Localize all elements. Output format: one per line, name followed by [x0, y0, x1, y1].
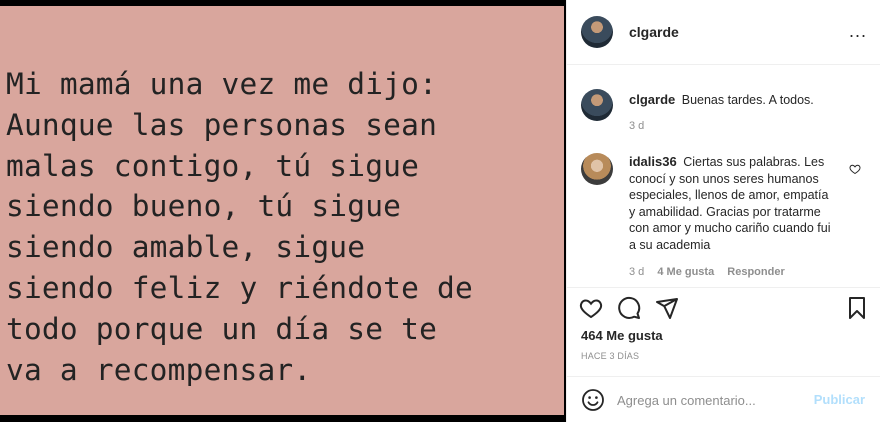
comment-meta: 3 d 4 Me gusta Responder [629, 266, 795, 278]
quote-text: Mi mamá una vez me dijo: Aunque las pers… [6, 64, 566, 390]
comment-username[interactable]: clgarde [629, 92, 675, 107]
quote-card: Mi mamá una vez me dijo: Aunque las pers… [0, 6, 564, 415]
publish-button[interactable]: Publicar [814, 392, 865, 407]
author-username[interactable]: clgarde [629, 24, 679, 40]
comment-likes[interactable]: 4 Me gusta [657, 266, 714, 278]
comments-list: clgarde Buenas tardes. A todos. 3 d idal… [567, 65, 880, 287]
post-image[interactable]: Mi mamá una vez me dijo: Aunque las pers… [0, 0, 566, 422]
comment-text: Ciertas sus palabras. Les conocí y son u… [629, 155, 831, 252]
comment-time[interactable]: 3 d [629, 266, 644, 278]
quote-line: siendo feliz y riéndote de [6, 270, 473, 305]
avatar[interactable] [581, 153, 613, 185]
post-time[interactable]: HACE 3 DÍAS [581, 351, 639, 361]
like-comment-icon[interactable] [849, 163, 861, 175]
comment-body: clgarde Buenas tardes. A todos. [629, 92, 837, 109]
avatar[interactable] [581, 89, 613, 121]
post-actions: 464 Me gusta HACE 3 DÍAS [567, 287, 880, 378]
share-icon[interactable] [655, 296, 679, 320]
comment-time[interactable]: 3 d [629, 120, 644, 132]
comment-username[interactable]: idalis36 [629, 154, 677, 169]
smiley-icon[interactable] [581, 388, 605, 412]
avatar[interactable] [581, 16, 613, 48]
quote-line: va a recompensar. [6, 352, 312, 387]
post-modal: Mi mamá una vez me dijo: Aunque las pers… [0, 0, 880, 422]
comment-meta: 3 d [629, 120, 654, 132]
quote-line: malas contigo, tú sigue [6, 148, 420, 183]
more-options-icon[interactable]: ... [849, 22, 867, 40]
quote-line: siendo amable, sigue [6, 230, 366, 265]
heart-icon[interactable] [579, 296, 603, 320]
quote-line: todo porque un día se te [6, 311, 438, 346]
post-header: clgarde ... [567, 0, 880, 65]
comment-input[interactable] [617, 389, 807, 411]
quote-line: siendo bueno, tú sigue [6, 189, 402, 224]
comment-text: Buenas tardes. A todos. [681, 93, 814, 107]
add-comment-bar: Publicar [567, 376, 880, 423]
reply-button[interactable]: Responder [727, 266, 784, 278]
bookmark-icon[interactable] [845, 296, 869, 320]
likes-count[interactable]: 464 Me gusta [581, 328, 663, 343]
comment-icon[interactable] [617, 296, 641, 320]
quote-line: Aunque las personas sean [6, 107, 438, 142]
comment-body: idalis36 Ciertas sus palabras. Les conoc… [629, 154, 837, 253]
post-sidebar: clgarde ... clgarde Buenas tardes. A tod… [566, 0, 880, 422]
quote-line: Mi mamá una vez me dijo: [6, 67, 438, 101]
